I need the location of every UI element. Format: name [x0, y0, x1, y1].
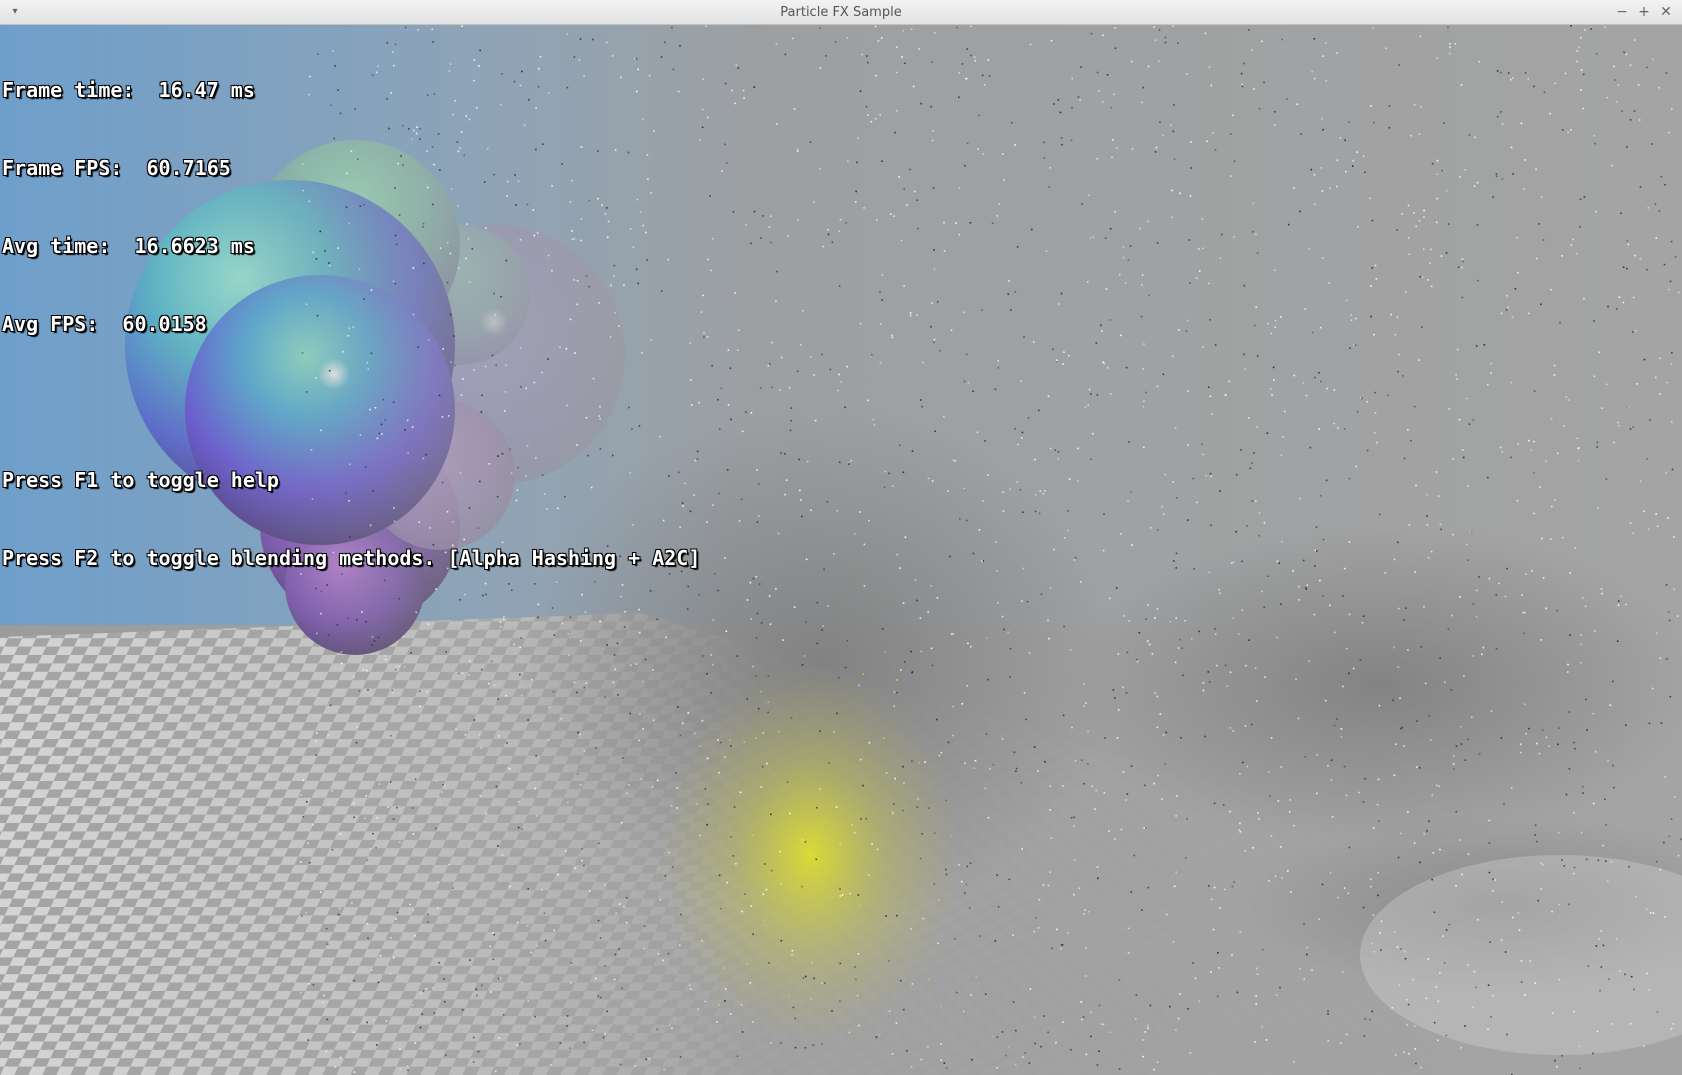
frame-fps-text: Frame FPS: 60.7165 — [2, 156, 231, 180]
maximize-icon[interactable]: + — [1635, 3, 1653, 21]
title-bar[interactable]: ▾ Particle FX Sample − + ✕ — [0, 0, 1682, 25]
yellow-glow — [660, 665, 960, 1045]
close-icon[interactable]: ✕ — [1657, 3, 1675, 21]
help-hint-text: Press F1 to toggle help — [2, 468, 279, 492]
avg-time-text: Avg time: 16.6623 ms — [2, 234, 255, 258]
frame-time-text: Frame time: 16.47 ms — [2, 78, 255, 102]
blend-hint-text: Press F2 to toggle blending methods. [Al… — [2, 546, 701, 570]
render-viewport[interactable]: Frame time: 16.47 ms Frame FPS: 60.7165 … — [0, 25, 1682, 1075]
window-title: Particle FX Sample — [780, 5, 902, 20]
dark-particle-cloud — [1060, 525, 1682, 845]
avg-fps-text: Avg FPS: 60.0158 — [2, 312, 207, 336]
stats-overlay: Frame time: 16.47 ms Frame FPS: 60.7165 … — [2, 25, 700, 623]
minimize-icon[interactable]: − — [1613, 3, 1631, 21]
app-window: ▾ Particle FX Sample − + ✕ Frame time: 1… — [0, 0, 1682, 1075]
